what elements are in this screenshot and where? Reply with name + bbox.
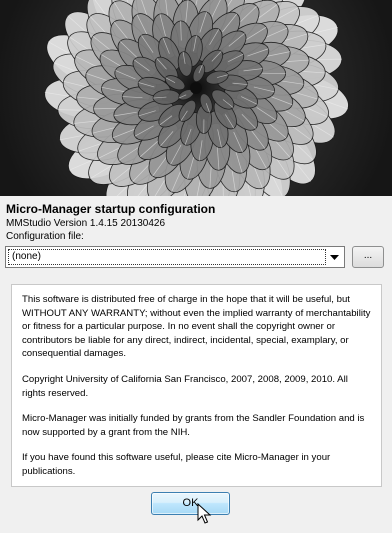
dialog-title: Micro-Manager startup configuration	[6, 202, 216, 216]
browse-button[interactable]: ...	[352, 246, 384, 268]
splash-image	[0, 0, 392, 196]
chevron-down-icon[interactable]	[326, 249, 342, 265]
version-text: MMStudio Version 1.4.15 20130426	[6, 218, 165, 229]
license-paragraph: This software is distributed free of cha…	[22, 294, 371, 360]
startup-dialog: Micro-Manager startup configuration MMSt…	[0, 0, 392, 533]
config-file-selected: (none)	[8, 249, 326, 265]
license-paragraph: Copyright University of California San F…	[22, 373, 348, 399]
config-file-dropdown[interactable]: (none)	[5, 246, 345, 268]
license-paragraph: Micro-Manager was initially funded by gr…	[22, 413, 365, 438]
ok-button[interactable]: OK	[151, 492, 230, 515]
mouse-pointer-icon	[197, 502, 213, 525]
config-file-label: Configuration file:	[6, 231, 84, 242]
spiral-plant-photo	[44, 0, 349, 196]
license-paragraph: If you have found this software useful, …	[22, 452, 331, 477]
license-text-box: This software is distributed free of cha…	[11, 284, 382, 487]
